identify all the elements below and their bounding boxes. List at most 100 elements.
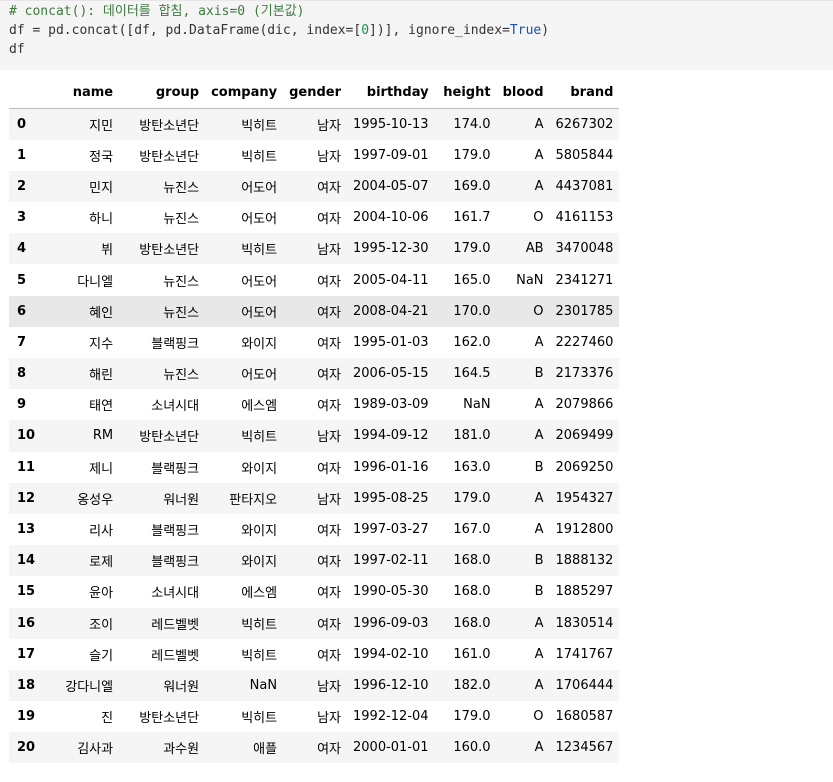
- cell-gender: 여자: [317, 648, 342, 664]
- cell-birthday: 1997-03-27: [353, 522, 429, 538]
- cell-group: 소녀시대: [151, 586, 200, 602]
- row-index: 4: [17, 241, 27, 257]
- cell-blood: B: [534, 459, 544, 475]
- cell-blood: B: [534, 584, 544, 600]
- cell-name: 다니엘: [77, 274, 114, 290]
- cell-birthday: 1989-03-09: [353, 397, 429, 413]
- cell-blood: A: [534, 116, 544, 132]
- cell-name: 김사과: [77, 742, 114, 758]
- table-row: 20 김사과 과수원 애플 여자 2000-01-01 160.0 A 1234567: [9, 732, 620, 764]
- cell-birthday: 2006-05-15: [353, 366, 429, 382]
- cell-group: 워너원: [163, 679, 200, 695]
- cell-gender: 여자: [317, 742, 342, 758]
- column-header-birthday: birthday: [347, 76, 435, 109]
- cell-height: 181.0: [453, 428, 491, 444]
- cell-name: 리사: [89, 524, 114, 540]
- cell-gender: 여자: [317, 212, 342, 228]
- row-index: 14: [17, 553, 36, 569]
- cell-company: 와이지: [241, 336, 278, 352]
- table-row: 8 해린 뉴진스 어도어 여자 2006-05-15 164.5 B 2173376: [9, 358, 620, 390]
- cell-company: 빅히트: [241, 243, 278, 259]
- column-header-group: group: [119, 76, 206, 109]
- cell-brand: 4437081: [555, 178, 614, 194]
- cell-name: 하니: [89, 212, 114, 228]
- cell-company: 어도어: [241, 180, 278, 196]
- cell-group: 과수원: [163, 742, 200, 758]
- row-index: 6: [17, 303, 27, 319]
- cell-height: 169.0: [453, 178, 491, 194]
- cell-blood: B: [534, 553, 544, 569]
- cell-company: 와이지: [241, 524, 278, 540]
- column-header-height: height: [434, 76, 497, 109]
- table-row: 16 조이 레드벨벳 빅히트 여자 1996-09-03 168.0 A 1830514: [9, 607, 620, 639]
- cell-group: 뉴진스: [163, 305, 200, 321]
- cell-name: 지민: [89, 118, 114, 134]
- cell-brand: 1706444: [555, 677, 614, 693]
- cell-birthday: 1996-09-03: [353, 615, 429, 631]
- cell-blood: O: [533, 709, 544, 725]
- cell-company: 빅히트: [241, 648, 278, 664]
- row-index: 0: [17, 116, 27, 132]
- cell-height: 170.0: [453, 303, 491, 319]
- cell-company: 어도어: [241, 212, 278, 228]
- row-index: 8: [17, 366, 27, 382]
- row-index: 3: [17, 210, 27, 226]
- cell-blood: A: [534, 178, 544, 194]
- code-number: 0: [361, 23, 370, 38]
- cell-name: 제니: [89, 461, 114, 477]
- cell-blood: A: [534, 677, 544, 693]
- cell-company: 에스엠: [241, 586, 278, 602]
- cell-gender: 남자: [317, 492, 342, 508]
- index-header: [9, 76, 54, 109]
- cell-gender: 남자: [317, 679, 342, 695]
- table-row: 5 다니엘 뉴진스 어도어 여자 2005-04-11 165.0 NaN 2341271: [9, 264, 619, 295]
- cell-group: 뉴진스: [163, 274, 200, 290]
- table-row: 1 정국 방탄소년단 빅히트 남자 1997-09-01 179.0 A 5805844: [9, 140, 619, 171]
- cell-height: 168.0: [453, 584, 491, 600]
- table-row: 11 제니 블랙핑크 와이지 여자 1996-01-16 163.0 B 2069250: [9, 452, 619, 483]
- cell-group: 방탄소년단: [139, 118, 200, 134]
- cell-birthday: 1997-02-11: [353, 553, 429, 569]
- cell-gender: 여자: [317, 368, 342, 384]
- code-cell[interactable]: # concat(): 데이터를 합침, axis=0 (기본값) df = p…: [0, 0, 833, 70]
- row-index: 16: [17, 615, 36, 631]
- cell-name: 강다니엘: [65, 679, 114, 695]
- cell-brand: 2173376: [555, 366, 614, 382]
- cell-birthday: 2005-04-11: [353, 272, 429, 288]
- cell-name: 민지: [89, 180, 114, 196]
- cell-name: 로제: [89, 555, 114, 571]
- dataframe-table: name group company gender birthday height bloo…: [9, 76, 620, 764]
- cell-company: 애플: [253, 742, 278, 758]
- cell-height: 168.0: [453, 615, 491, 631]
- cell-height: 179.0: [453, 241, 491, 257]
- cell-brand: 2301785: [555, 303, 614, 319]
- column-header-name: name: [53, 76, 120, 109]
- code-comment: # concat(): 데이터를 합침, axis=0 (기본값): [9, 4, 305, 19]
- code-df-line: df: [9, 42, 25, 57]
- cell-brand: 1741767: [555, 646, 614, 662]
- cell-gender: 여자: [317, 586, 342, 602]
- table-row: 9 태연 소녀시대 에스엠 여자 1989-03-09 NaN A 2079866: [9, 389, 619, 420]
- row-index: 7: [17, 334, 27, 350]
- cell-brand: 1234567: [555, 740, 614, 756]
- cell-company: 어도어: [241, 274, 278, 290]
- cell-birthday: 1994-02-10: [353, 646, 429, 662]
- cell-brand: 1680587: [555, 709, 614, 725]
- cell-company: 빅히트: [241, 617, 278, 633]
- code-segment: ): [541, 23, 550, 38]
- cell-blood: A: [534, 397, 544, 413]
- column-header-company: company: [205, 76, 284, 109]
- row-index: 12: [17, 490, 36, 506]
- table-row: 6 혜인 뉴진스 어도어 여자 2008-04-21 170.0 O 2301785: [9, 295, 620, 327]
- cell-brand: 1830514: [555, 615, 614, 631]
- row-index: 2: [17, 178, 27, 194]
- cell-height: 161.0: [453, 646, 491, 662]
- table-row: 14 로제 블랙핑크 와이지 여자 1997-02-11 168.0 B 1888132: [9, 545, 620, 577]
- cell-birthday: 1992-12-04: [353, 709, 429, 725]
- row-index: 13: [17, 522, 36, 538]
- cell-name: 해린: [89, 368, 114, 384]
- cell-birthday: 2004-05-07: [353, 178, 429, 194]
- cell-group: 뉴진스: [163, 368, 200, 384]
- code-concat-line: df = pd.concat([df, pd.DataFrame(dic, in…: [9, 22, 549, 40]
- cell-brand: 6267302: [555, 116, 614, 132]
